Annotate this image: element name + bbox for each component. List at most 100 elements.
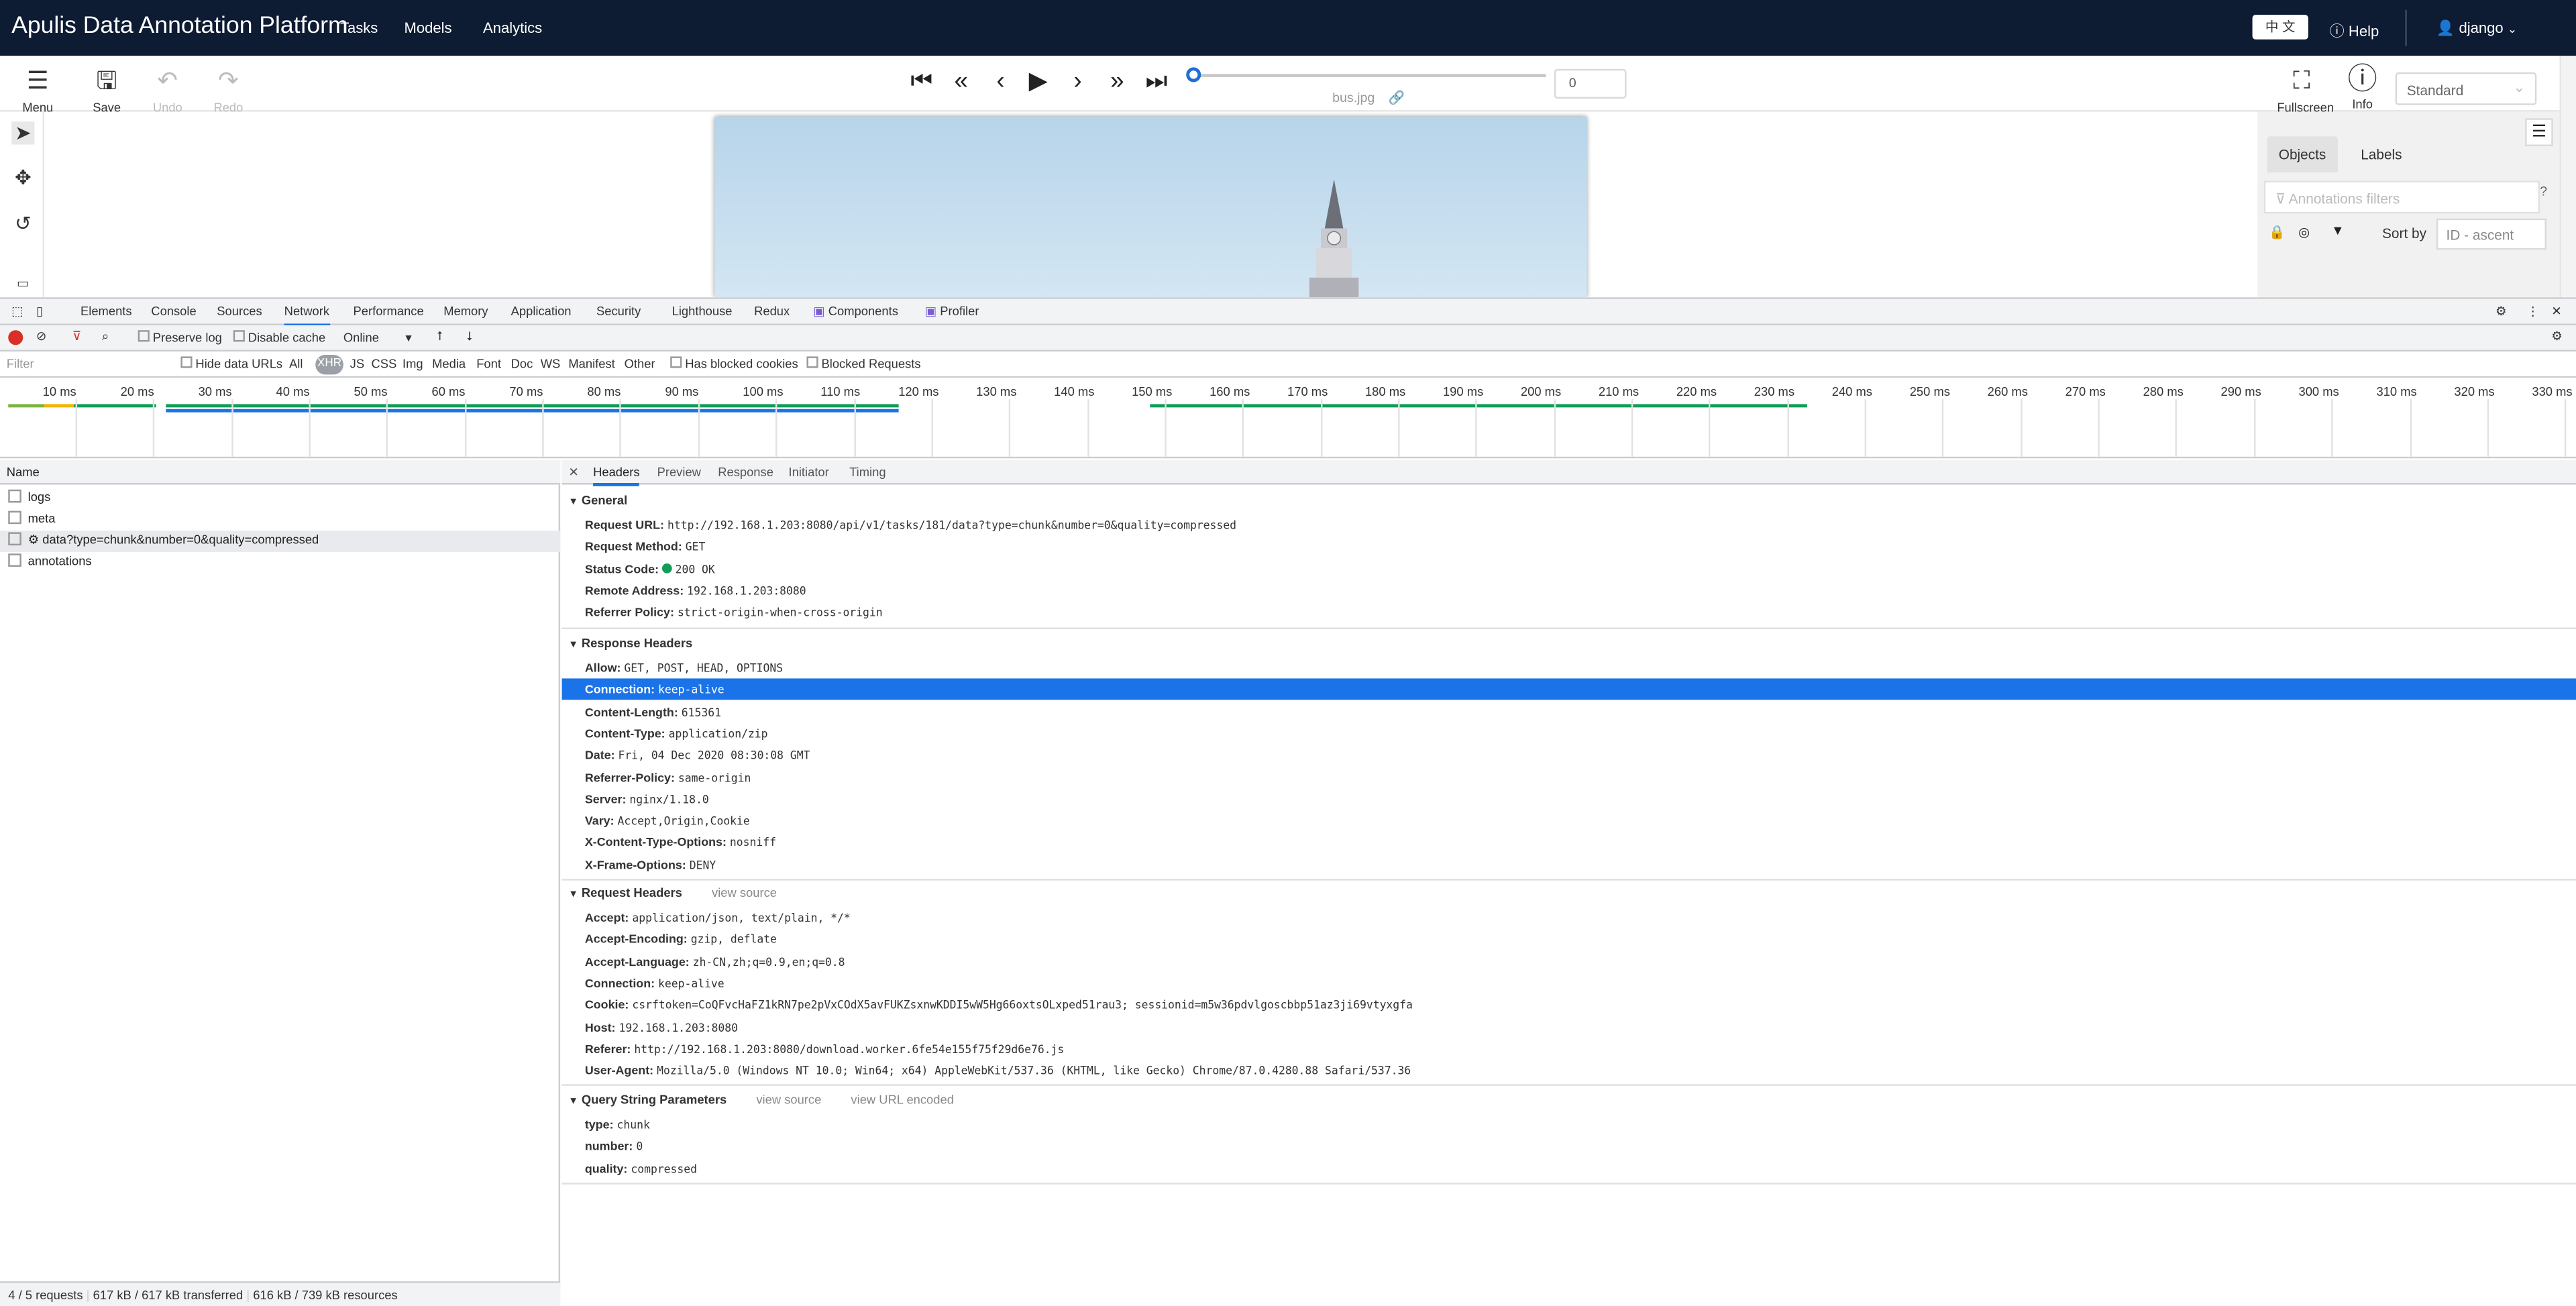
tab-console[interactable]: Console	[151, 304, 196, 319]
list-toggle-icon[interactable]: ☰	[2525, 118, 2553, 146]
name-column-header[interactable]: Name	[0, 459, 561, 485]
type-doc[interactable]: Doc	[511, 356, 533, 371]
frame-slider-handle[interactable]	[1186, 67, 1201, 83]
menu-button[interactable]: ☰ Menu	[13, 68, 62, 115]
frame-number-input[interactable]: 0	[1554, 68, 1627, 99]
response-header-row[interactable]: Allow: GET, POST, HEAD, OPTIONS	[585, 657, 783, 679]
inspect-element-icon[interactable]: ⬚	[11, 304, 23, 319]
request-header-row[interactable]: Referer: http://192.168.1.203:8080/downl…	[585, 1038, 1064, 1059]
tab-headers[interactable]: Headers	[593, 465, 640, 486]
tab-security[interactable]: Security	[596, 304, 641, 319]
rectangle-tool-icon[interactable]: ▭	[11, 273, 34, 296]
general-header-row[interactable]: Remote Address: 192.168.1.203:8080	[585, 580, 806, 601]
device-toolbar-icon[interactable]: ▯	[36, 304, 43, 319]
response-header-row[interactable]: Server: nginx/1.18.0	[585, 788, 709, 810]
tab-profiler[interactable]: ▣ Profiler	[925, 304, 979, 319]
lock-icon[interactable]: 🔒	[2269, 225, 2285, 240]
caret-down-icon[interactable]: ▼	[2331, 223, 2344, 238]
response-header-row[interactable]: Connection: keep-alive	[561, 679, 2576, 701]
redo-button[interactable]: ↷ Redo	[204, 68, 253, 115]
cursor-tool-icon[interactable]: ➤	[11, 121, 35, 145]
tab-elements[interactable]: Elements	[80, 304, 132, 319]
request-row-logs[interactable]: logs	[0, 488, 560, 509]
link-icon[interactable]: 🔗	[1388, 91, 1404, 105]
query-header-row[interactable]: number: 0	[585, 1136, 643, 1157]
sort-select[interactable]: ID - ascent	[2436, 218, 2546, 250]
tab-lighthouse[interactable]: Lighthouse	[672, 304, 733, 319]
tab-memory[interactable]: Memory	[443, 304, 488, 319]
type-media[interactable]: Media	[432, 356, 466, 371]
request-row-meta[interactable]: meta	[0, 509, 560, 531]
nav-analytics[interactable]: Analytics	[483, 19, 542, 36]
general-header-row[interactable]: Status Code: 200 OK	[585, 558, 715, 580]
general-header-row[interactable]: Request URL: http://192.168.1.203:8080/a…	[585, 514, 1236, 536]
tab-network[interactable]: Network	[284, 304, 330, 327]
filter-input[interactable]: Filter	[7, 356, 171, 371]
previous-frame-icon[interactable]: ‹	[985, 68, 1015, 95]
tab-redux[interactable]: Redux	[754, 304, 790, 319]
annotations-filter-input[interactable]: ⊽ Annotations filters	[2263, 180, 2540, 214]
tab-performance[interactable]: Performance	[354, 304, 424, 319]
throttle-select[interactable]: Online ▾	[343, 330, 412, 345]
question-icon[interactable]: ?	[2540, 184, 2547, 199]
view-url-encoded-link[interactable]: view URL encoded	[851, 1093, 954, 1107]
type-img[interactable]: Img	[402, 356, 423, 371]
play-icon[interactable]: ▶	[1024, 68, 1053, 95]
first-frame-icon[interactable]: ⏮	[907, 68, 936, 95]
response-header-row[interactable]: Date: Fri, 04 Dec 2020 08:30:08 GMT	[585, 745, 810, 766]
request-header-row[interactable]: Host: 192.168.1.203:8080	[585, 1016, 738, 1038]
undo-button[interactable]: ↶ Undo	[143, 68, 192, 115]
request-row-annotations[interactable]: annotations	[0, 552, 560, 574]
next-frame-icon[interactable]: ›	[1063, 68, 1093, 95]
tab-sources[interactable]: Sources	[217, 304, 262, 319]
frame-slider-track[interactable]	[1194, 74, 1546, 78]
tab-initiator[interactable]: Initiator	[789, 465, 829, 480]
language-switch[interactable]: 中 文	[2252, 15, 2308, 40]
type-font[interactable]: Font	[476, 356, 501, 371]
rotate-tool-icon[interactable]: ↺	[11, 212, 34, 235]
response-header-row[interactable]: X-Frame-Options: DENY	[585, 854, 716, 875]
last-frame-icon[interactable]: ⏭	[1142, 68, 1171, 95]
close-devtools-icon[interactable]: ✕	[2551, 304, 2561, 319]
request-header-row[interactable]: Accept-Language: zh-CN,zh;q=0.9,en;q=0.8	[585, 950, 845, 972]
settings-gear-icon[interactable]: ⚙	[2496, 304, 2506, 319]
fullscreen-button[interactable]: ⛶ Fullscreen	[2277, 68, 2334, 115]
request-header-row[interactable]: Cookie: csrftoken=CoQFvcHaFZ1kRN7pe2pVxC…	[585, 994, 1413, 1016]
request-header-row[interactable]: Accept: application/json, text/plain, */…	[585, 907, 851, 928]
disable-cache-checkbox[interactable]: Disable cache	[233, 330, 325, 345]
type-manifest[interactable]: Manifest	[568, 356, 614, 371]
type-ws[interactable]: WS	[541, 356, 561, 371]
type-other[interactable]: Other	[625, 356, 655, 371]
network-settings-icon[interactable]: ⚙	[2551, 329, 2562, 343]
tab-application[interactable]: Application	[511, 304, 572, 319]
nav-tasks[interactable]: Tasks	[340, 19, 378, 36]
workspace-select[interactable]: Standard ⌄	[2395, 72, 2537, 105]
request-header-row[interactable]: User-Agent: Mozilla/5.0 (Windows NT 10.0…	[585, 1060, 1411, 1081]
user-menu[interactable]: 👤 django ⌄	[2436, 19, 2517, 38]
tab-preview[interactable]: Preview	[657, 465, 701, 480]
tab-timing[interactable]: Timing	[849, 465, 885, 480]
section-request-headers[interactable]: ▼ Request Headers view source	[568, 885, 777, 900]
clear-icon[interactable]: ⊘	[36, 329, 46, 343]
export-har-icon[interactable]: ⭣	[467, 329, 473, 345]
page-scrollbar[interactable]	[2559, 56, 2576, 298]
nav-models[interactable]: Models	[404, 19, 451, 36]
app-brand[interactable]: Apulis Data Annotation Platform	[11, 13, 347, 40]
response-header-row[interactable]: Vary: Accept,Origin,Cookie	[585, 810, 750, 832]
tab-components[interactable]: ▣ Components	[813, 304, 898, 319]
record-icon[interactable]	[8, 330, 23, 345]
response-header-row[interactable]: X-Content-Type-Options: nosniff	[585, 832, 776, 853]
import-har-icon[interactable]: ⭡	[437, 329, 443, 345]
response-header-row[interactable]: Content-Length: 615361	[585, 701, 721, 722]
fast-forward-icon[interactable]: »	[1102, 68, 1132, 95]
help-link[interactable]: ⓘ Help	[2330, 19, 2379, 41]
close-detail-icon[interactable]: ✕	[568, 465, 578, 480]
type-all[interactable]: All	[289, 356, 303, 371]
query-header-row[interactable]: quality: compressed	[585, 1158, 697, 1179]
frame-image[interactable]	[714, 116, 1587, 298]
section-general[interactable]: ▼ General	[568, 493, 627, 508]
tab-objects[interactable]: Objects	[2267, 136, 2338, 173]
blocked-requests-checkbox[interactable]: Blocked Requests	[806, 356, 921, 371]
hide-data-urls-checkbox[interactable]: Hide data URLs	[180, 356, 282, 371]
view-source-link[interactable]: view source	[756, 1093, 821, 1107]
